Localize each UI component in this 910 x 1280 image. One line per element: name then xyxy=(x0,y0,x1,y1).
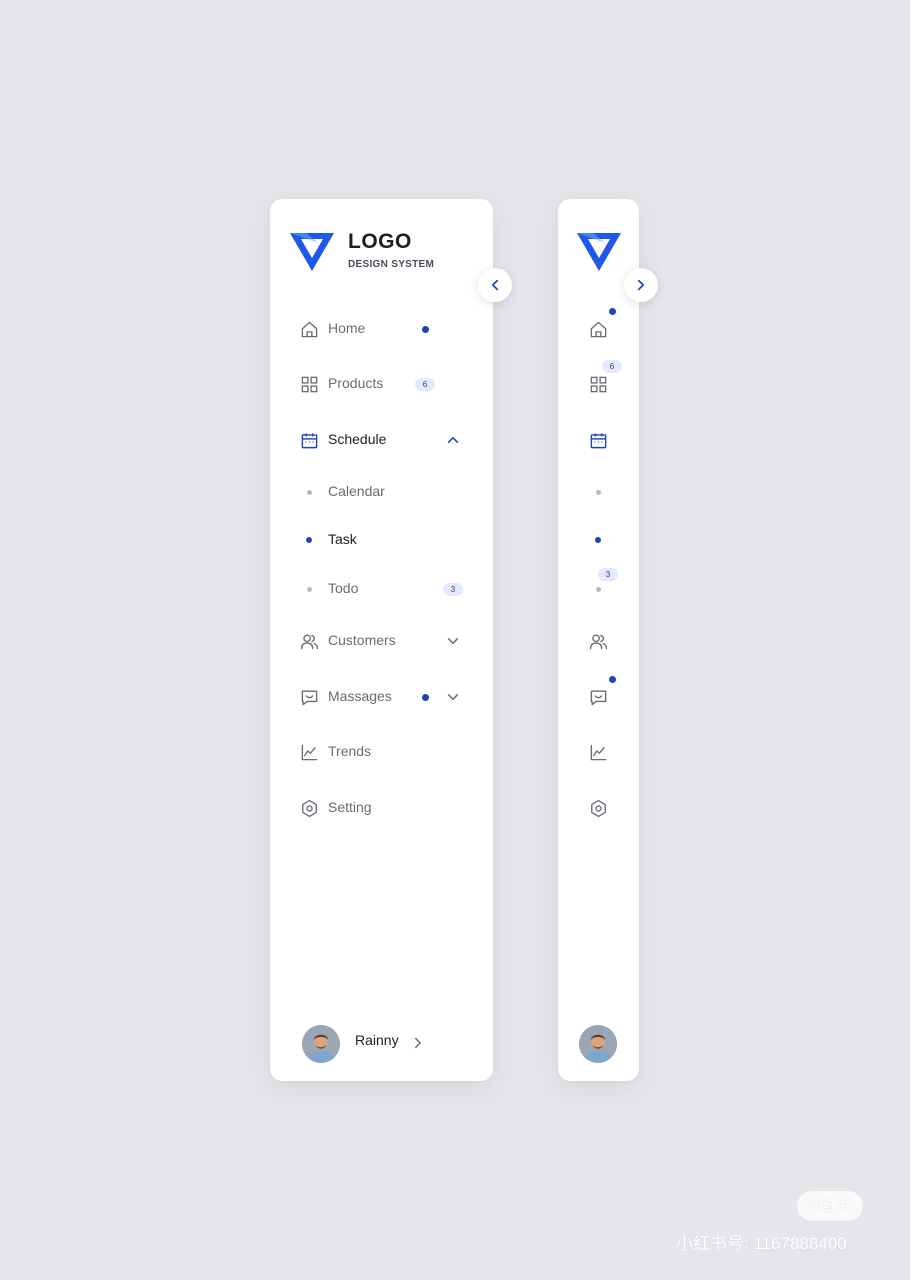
watermark-text: 小红书号: 1167888400 xyxy=(676,1234,847,1253)
user-profile[interactable]: Rainny xyxy=(270,1020,493,1068)
massages-notification-dot xyxy=(422,694,429,701)
subnav-item-task[interactable] xyxy=(558,520,639,560)
users-icon xyxy=(300,634,319,650)
expanded-sidebar: LOGO DESIGN SYSTEM Home Products 6 Sched… xyxy=(270,199,493,1081)
nav-label-trends: Trends xyxy=(328,743,372,759)
subnav-label-task: Task xyxy=(328,531,357,547)
nav-label-massages: Massages xyxy=(328,688,392,704)
gear-icon xyxy=(302,799,317,818)
bullet xyxy=(596,490,601,495)
logo-title: LOGO xyxy=(348,230,412,253)
subnav-item-calendar[interactable] xyxy=(558,472,639,512)
bullet xyxy=(307,587,312,592)
chevron-down-icon[interactable] xyxy=(446,690,460,704)
home-notification-dot xyxy=(609,308,616,315)
nav-label-products: Products xyxy=(328,375,384,391)
grid-icon xyxy=(301,376,318,393)
nav-item-home[interactable]: Home xyxy=(270,309,493,349)
nav-item-trends[interactable]: Trends xyxy=(270,732,493,772)
nav-item-customers[interactable] xyxy=(558,621,639,661)
chevron-right-icon xyxy=(637,279,645,291)
nav-item-customers[interactable]: Customers xyxy=(270,621,493,661)
avatar[interactable] xyxy=(579,1025,617,1063)
todo-count-badge: 3 xyxy=(598,568,618,581)
nav-item-trends[interactable] xyxy=(558,732,639,772)
subnav-item-task[interactable]: Task xyxy=(270,520,493,560)
calendar-icon xyxy=(301,433,318,449)
grid-icon xyxy=(590,376,607,393)
nav-item-home[interactable] xyxy=(558,308,639,349)
massages-notification-dot xyxy=(609,676,616,683)
nav-label-home: Home xyxy=(328,320,366,336)
nav-item-setting[interactable]: Setting xyxy=(270,788,493,828)
nav-item-schedule[interactable] xyxy=(558,420,639,460)
nav-item-products[interactable]: Products 6 xyxy=(270,364,493,404)
chevron-up-icon[interactable] xyxy=(446,433,460,447)
subnav-label-calendar: Calendar xyxy=(328,483,385,499)
logo-icon xyxy=(577,233,621,271)
home-icon xyxy=(590,321,607,338)
products-count-badge: 6 xyxy=(415,378,435,391)
chevron-down-icon[interactable] xyxy=(446,634,460,648)
home-icon xyxy=(301,321,318,338)
chevron-left-icon xyxy=(491,279,499,291)
nav-item-setting[interactable] xyxy=(558,788,639,828)
active-bullet xyxy=(306,537,312,543)
avatar xyxy=(302,1025,340,1063)
subnav-item-calendar[interactable]: Calendar xyxy=(270,472,493,512)
nav-label-setting: Setting xyxy=(328,799,372,815)
nav-item-schedule[interactable]: Schedule xyxy=(270,420,493,460)
nav-item-products[interactable]: 6 xyxy=(558,360,639,404)
subnav-label-todo: Todo xyxy=(328,580,359,596)
gear-icon xyxy=(591,799,606,818)
user-name: Rainny xyxy=(355,1032,399,1048)
collapse-sidebar-button[interactable] xyxy=(478,268,512,302)
products-count-badge: 6 xyxy=(602,360,622,373)
nav-label-schedule: Schedule xyxy=(328,431,387,447)
subnav-item-todo[interactable]: 3 xyxy=(558,568,639,609)
bullet xyxy=(307,490,312,495)
logo-subtitle: DESIGN SYSTEM xyxy=(348,259,435,270)
message-icon xyxy=(301,690,318,706)
nav-item-massages[interactable] xyxy=(558,676,639,717)
expand-sidebar-button[interactable] xyxy=(624,268,658,302)
collapsed-sidebar: 6 3 xyxy=(558,199,639,1081)
chart-icon xyxy=(590,744,607,761)
logo-icon xyxy=(290,233,334,271)
active-bullet xyxy=(595,537,601,543)
calendar-icon xyxy=(590,433,607,449)
nav-item-massages[interactable]: Massages xyxy=(270,677,493,717)
watermark-logo: 小红书 xyxy=(797,1191,863,1221)
nav-label-customers: Customers xyxy=(328,632,396,648)
users-icon xyxy=(589,634,608,650)
subnav-item-todo[interactable]: Todo 3 xyxy=(270,569,493,609)
bullet xyxy=(596,587,601,592)
chart-icon xyxy=(301,744,318,761)
todo-count-badge: 3 xyxy=(443,583,463,596)
home-notification-dot xyxy=(422,326,429,333)
chevron-right-icon xyxy=(415,1037,421,1049)
message-icon xyxy=(590,690,607,706)
